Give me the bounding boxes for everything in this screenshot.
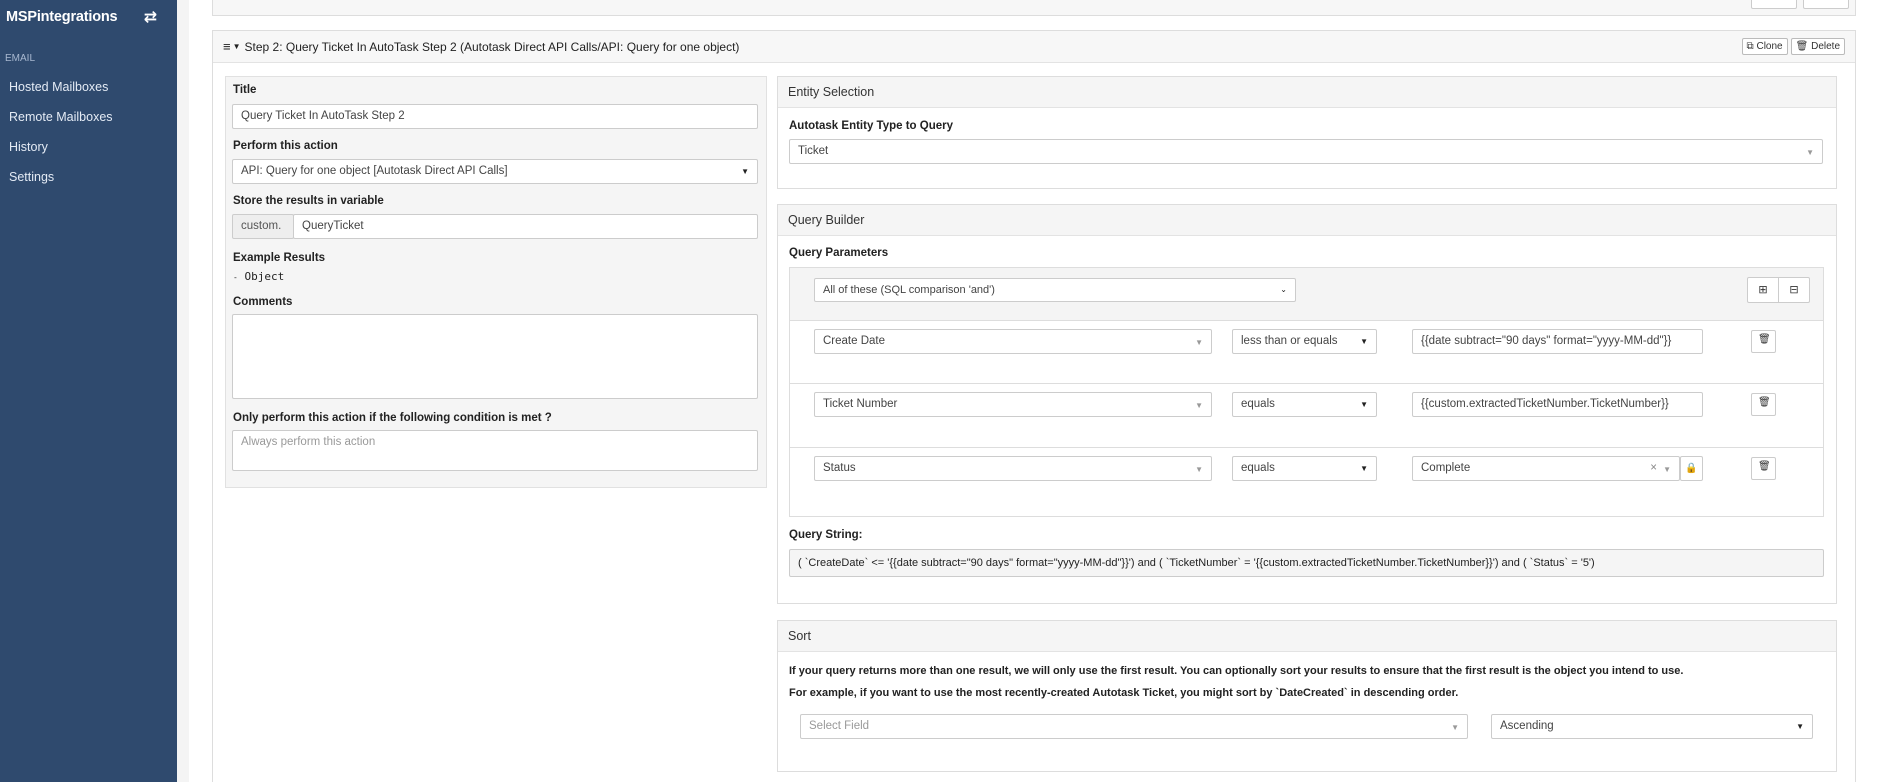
perform-label: Perform this action <box>233 140 338 152</box>
sidebar-nav: Hosted Mailboxes Remote Mailboxes Histor… <box>0 72 177 192</box>
query-builder-header: Query Builder <box>778 205 1836 236</box>
sort-help-text-1: If your query returns more than one resu… <box>789 665 1684 677</box>
sort-order-select[interactable]: Ascending ▼ <box>1491 714 1813 739</box>
sort-header: Sort <box>778 621 1836 652</box>
add-rule-icon[interactable]: ⊞ <box>1748 278 1779 302</box>
drag-handle-icon[interactable]: ≡ <box>223 39 231 54</box>
rule-operator-select[interactable]: equals ▼ <box>1232 456 1377 481</box>
query-rule: Status ▼ equals ▼ Complete × ▼ 🔒 🗑 <box>790 448 1823 516</box>
sidebar-item-hosted-mailboxes[interactable]: Hosted Mailboxes <box>0 72 177 102</box>
copy-icon: ⧉ <box>1746 41 1754 52</box>
chevron-down-icon: ▼ <box>1451 723 1459 732</box>
rule-value-input[interactable]: {{date subtract="90 days" format="yyyy-M… <box>1412 329 1703 354</box>
sort-card: Sort If your query returns more than one… <box>777 620 1837 772</box>
store-variable-input[interactable]: QueryTicket <box>293 214 758 239</box>
sort-field-select[interactable]: Select Field ▼ <box>800 714 1468 739</box>
rule-field-select[interactable]: Status ▼ <box>814 456 1212 481</box>
sidebar-section-email: EMAIL <box>5 53 36 64</box>
entity-selection-header: Entity Selection <box>778 77 1836 108</box>
brand: MSPintegrations ⇄ <box>0 0 177 34</box>
rule-field-select[interactable]: Ticket Number ▼ <box>814 392 1212 417</box>
chevron-down-icon: ⌄ <box>1280 285 1287 294</box>
sidebar-item-remote-mailboxes[interactable]: Remote Mailboxes <box>0 102 177 132</box>
arrows-swap-icon[interactable]: ⇄ <box>144 7 157 27</box>
chevron-down-icon: ▼ <box>1195 401 1203 410</box>
content-gutter <box>177 0 189 782</box>
trash-icon: 🗑 <box>1758 461 1771 472</box>
collapse-caret-icon[interactable]: ▼ <box>233 42 241 51</box>
example-results-label: Example Results <box>233 252 326 264</box>
brand-name[interactable]: MSPintegrations <box>6 9 118 25</box>
trash-icon: 🗑 <box>1795 41 1809 52</box>
trash-icon: 🗑 <box>1758 397 1771 408</box>
condition-label: Only perform this action if the followin… <box>233 412 552 424</box>
store-prefix: custom. <box>232 214 294 239</box>
chevron-down-icon: ▼ <box>741 167 749 176</box>
chevron-down-icon: ▼ <box>1663 465 1671 474</box>
store-label: Store the results in variable <box>233 195 384 207</box>
delete-rule-button[interactable]: 🗑 <box>1751 330 1776 353</box>
rule-field-select[interactable]: Create Date ▼ <box>814 329 1212 354</box>
title-label: Title <box>233 84 257 96</box>
previous-step-card <box>212 0 1856 16</box>
trash-icon: 🗑 <box>1758 334 1771 345</box>
condition-input[interactable]: Always perform this action <box>232 430 758 471</box>
entity-type-label: Autotask Entity Type to Query <box>789 120 954 132</box>
action-settings-panel: Title Query Ticket In AutoTask Step 2 Pe… <box>225 76 767 488</box>
rule-value-select[interactable]: Complete × ▼ <box>1412 456 1680 481</box>
entity-type-select[interactable]: Ticket ▼ <box>789 139 1823 164</box>
rule-group-buttons: ⊞ ⊟ <box>1747 277 1810 303</box>
query-rule: Ticket Number ▼ equals ▼ {{custom.extracte… <box>790 384 1823 448</box>
clone-button[interactable]: ⧉ Clone <box>1741 38 1788 55</box>
comments-textarea[interactable] <box>232 314 758 399</box>
sidebar-item-settings[interactable]: Settings <box>0 162 177 192</box>
query-string-value: ( `CreateDate` <= '{{date subtract="90 d… <box>789 549 1824 577</box>
step-header[interactable]: ≡ ▼ Step 2: Query Ticket In AutoTask Ste… <box>213 31 1855 63</box>
example-results-tree[interactable]: ‑ Object <box>233 270 284 283</box>
delete-rule-button[interactable]: 🗑 <box>1751 457 1776 480</box>
step-title: Step 2: Query Ticket In AutoTask Step 2 … <box>244 39 740 54</box>
sort-help-text-2: For example, if you want to use the most… <box>789 687 1459 699</box>
rule-value-input[interactable]: {{custom.extractedTicketNumber.TicketNum… <box>1412 392 1703 417</box>
chevron-down-icon: ▼ <box>1360 400 1368 409</box>
sidebar: MSPintegrations ⇄ EMAIL Hosted Mailboxes… <box>0 0 177 782</box>
previous-delete-button[interactable] <box>1803 0 1849 9</box>
delete-button[interactable]: 🗑 Delete <box>1790 38 1845 55</box>
title-input[interactable]: Query Ticket In AutoTask Step 2 <box>232 104 758 129</box>
sidebar-item-history[interactable]: History <box>0 132 177 162</box>
combinator-select[interactable]: All of these (SQL comparison 'and') ⌄ <box>814 278 1296 302</box>
lock-icon[interactable]: 🔒 <box>1680 456 1703 481</box>
perform-action-select[interactable]: API: Query for one object [Autotask Dire… <box>232 159 758 184</box>
clear-icon[interactable]: × <box>1650 457 1657 480</box>
chevron-down-icon: ▼ <box>1195 465 1203 474</box>
add-group-icon[interactable]: ⊟ <box>1779 278 1809 302</box>
help-icon[interactable]: ? <box>545 412 552 424</box>
chevron-down-icon: ▼ <box>1796 722 1804 731</box>
delete-rule-button[interactable]: 🗑 <box>1751 393 1776 416</box>
query-parameters-label: Query Parameters <box>789 247 889 259</box>
comments-label: Comments <box>233 296 293 308</box>
chevron-down-icon: ▼ <box>1360 464 1368 473</box>
chevron-down-icon: ▼ <box>1360 337 1368 346</box>
query-parameters-box: All of these (SQL comparison 'and') ⌄ ⊞ ⊟… <box>789 267 1824 517</box>
query-rule: Create Date ▼ less than or equals ▼ {{date… <box>790 320 1823 384</box>
rule-operator-select[interactable]: equals ▼ <box>1232 392 1377 417</box>
chevron-down-icon: ▼ <box>1195 338 1203 347</box>
previous-clone-button[interactable] <box>1751 0 1797 9</box>
query-string-label: Query String: <box>789 529 863 541</box>
rule-operator-select[interactable]: less than or equals ▼ <box>1232 329 1377 354</box>
expand-dot-icon[interactable]: ‑ <box>233 273 238 282</box>
query-builder-card: Query Builder Query Parameters All of th… <box>777 204 1837 604</box>
entity-selection-card: Entity Selection Autotask Entity Type to… <box>777 76 1837 189</box>
chevron-down-icon: ▼ <box>1806 148 1814 157</box>
